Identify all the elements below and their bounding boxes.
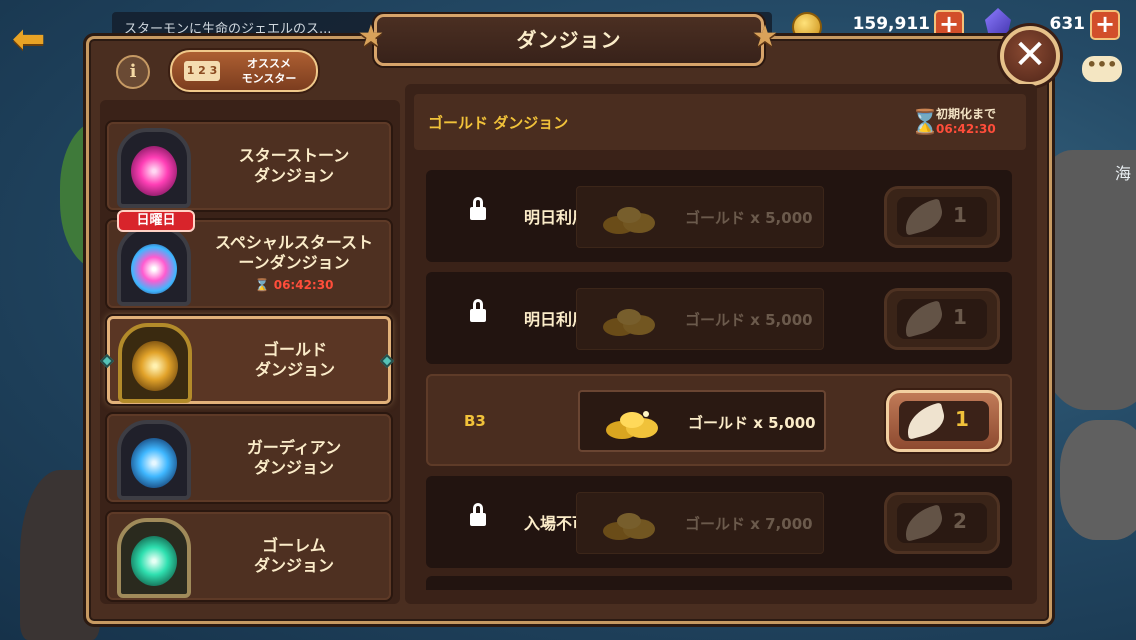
dungeon-item-label: ガーディアン ダンジョン bbox=[199, 416, 389, 500]
recommended-line1: オススメ bbox=[247, 57, 291, 70]
island bbox=[1060, 420, 1136, 540]
swirl-icon bbox=[132, 341, 178, 391]
dungeon-timer-value: 06:42:30 bbox=[273, 278, 334, 292]
dungeon-item-label: ゴーレム ダンジョン bbox=[199, 514, 389, 598]
lock-icon bbox=[470, 503, 486, 528]
enter-button: 1 bbox=[884, 288, 1000, 350]
dungeon-item-golem[interactable]: ゴーレム ダンジョン bbox=[107, 512, 391, 600]
swirl-icon bbox=[131, 244, 177, 294]
dungeon-item-label: スターストーン ダンジョン bbox=[199, 124, 389, 208]
enter-cost: 1 bbox=[953, 203, 967, 227]
dungeon-item-guardian[interactable]: ガーディアン ダンジョン bbox=[107, 414, 391, 502]
back-arrow-icon[interactable]: ⬅ bbox=[12, 19, 58, 59]
dungeon-name-line1: スペシャルスタースト bbox=[214, 233, 374, 252]
swirl-icon bbox=[131, 438, 177, 488]
star-icon: ★ bbox=[357, 19, 385, 54]
wing-icon bbox=[900, 198, 946, 236]
enter-cost-box: 1 bbox=[897, 299, 987, 339]
info-button[interactable]: i bbox=[116, 55, 150, 89]
section-title: ゴールド ダンジョン bbox=[428, 114, 569, 132]
dungeon-name-line2: ダンジョン bbox=[253, 556, 334, 575]
portal-icon bbox=[117, 128, 191, 208]
portal-icon bbox=[117, 226, 191, 306]
reward-box: ゴールド x 5,000 bbox=[578, 390, 826, 452]
reward-text: ゴールド x 5,000 bbox=[685, 209, 813, 227]
dialog-title: ダンジョン bbox=[516, 28, 622, 52]
dungeon-name-line1: ガーディアン bbox=[246, 438, 342, 457]
dungeon-list: スターストーン ダンジョン 日曜日 スペシャルスタースト ーンダンジョン ⌛ 0… bbox=[100, 100, 400, 604]
chat-icon[interactable]: ••• bbox=[1082, 56, 1122, 82]
gold-coins-icon bbox=[603, 309, 655, 336]
portal-icon bbox=[118, 323, 192, 403]
wing-icon bbox=[902, 402, 948, 440]
enter-button: 1 bbox=[884, 186, 1000, 248]
dungeon-item-special-starstone[interactable]: 日曜日 スペシャルスタースト ーンダンジョン ⌛ 06:42:30 bbox=[107, 210, 391, 308]
dungeon-timer: ⌛ 06:42:30 bbox=[255, 275, 334, 295]
sea-label: 海 bbox=[1115, 164, 1132, 183]
dungeon-item-label: スペシャルスタースト ーンダンジョン ⌛ 06:42:30 bbox=[199, 222, 389, 306]
section-header: ゴールド ダンジョン ⌛ 初期化まで 06:42:30 bbox=[414, 94, 1026, 150]
enter-cost: 1 bbox=[953, 305, 967, 329]
enter-cost-box: 1 bbox=[897, 197, 987, 237]
floor-row-b3: B3 ゴールド x 5,000 1 bbox=[426, 374, 1012, 466]
dungeon-item-starstone[interactable]: スターストーン ダンジョン bbox=[107, 122, 391, 210]
lock-icon bbox=[470, 299, 486, 324]
dungeon-name-line1: ゴールド bbox=[262, 340, 327, 359]
dungeon-name-line2: ダンジョン bbox=[253, 458, 334, 477]
floor-row-partial bbox=[426, 576, 1012, 590]
reward-box: ゴールド x 7,000 bbox=[576, 492, 824, 554]
gold-amount: 159,911 bbox=[852, 14, 930, 34]
reward-text: ゴールド x 5,000 bbox=[685, 311, 813, 329]
hourglass-icon: ⌛ bbox=[910, 108, 940, 136]
floor-row: 入場不可 ゴールド x 7,000 2 bbox=[426, 476, 1012, 568]
floor-row: 明日利用可能 ゴールド x 5,000 1 bbox=[426, 170, 1012, 262]
wing-icon bbox=[900, 504, 946, 542]
lock-icon bbox=[470, 197, 486, 222]
podium-icon: 1 2 3 bbox=[184, 61, 220, 81]
swirl-icon bbox=[131, 146, 177, 196]
enter-button: 2 bbox=[884, 492, 1000, 554]
enter-cost-box: 2 bbox=[897, 503, 987, 543]
gold-coins-icon bbox=[603, 207, 655, 234]
reward-text: ゴールド x 5,000 bbox=[688, 414, 816, 432]
portal-icon bbox=[117, 420, 191, 500]
reward-text: ゴールド x 7,000 bbox=[685, 515, 813, 533]
star-icon: ★ bbox=[751, 19, 779, 54]
recommended-line2: モンスター bbox=[241, 72, 297, 85]
hourglass-icon: ⌛ bbox=[254, 278, 270, 292]
dungeon-item-label: ゴールド ダンジョン bbox=[200, 319, 390, 401]
dungeon-name-line1: ゴーレム bbox=[262, 536, 326, 555]
recommended-monsters-label: オススメ モンスター bbox=[226, 56, 312, 86]
enter-cost: 1 bbox=[955, 407, 969, 431]
dungeon-name-line1: スターストーン bbox=[238, 146, 350, 165]
gold-coins-icon bbox=[603, 513, 655, 540]
portal-icon bbox=[117, 518, 191, 598]
dungeon-name-line2: ダンジョン bbox=[253, 166, 334, 185]
dialog-title-plate: ダンジョン bbox=[374, 14, 764, 66]
sunday-badge: 日曜日 bbox=[117, 210, 195, 232]
gold-coins-icon bbox=[606, 411, 658, 439]
reset-label: 初期化まで bbox=[936, 107, 997, 121]
floor-row: 明日利用可能 ゴールド x 5,000 1 bbox=[426, 272, 1012, 364]
enter-cost-box: 1 bbox=[899, 401, 989, 441]
reset-time: 06:42:30 bbox=[936, 122, 996, 136]
add-crystal-button[interactable]: + bbox=[1090, 10, 1120, 40]
reward-box: ゴールド x 5,000 bbox=[576, 186, 824, 248]
close-button[interactable]: ✕ bbox=[1000, 26, 1060, 86]
reward-box: ゴールド x 5,000 bbox=[576, 288, 824, 350]
dungeon-name-line2: ダンジョン bbox=[254, 360, 335, 379]
enter-button[interactable]: 1 bbox=[886, 390, 1002, 452]
wing-icon bbox=[900, 300, 946, 338]
enter-cost: 2 bbox=[953, 509, 967, 533]
dungeon-item-gold[interactable]: ゴールド ダンジョン bbox=[107, 316, 391, 404]
swirl-icon bbox=[131, 536, 177, 586]
floor-name: B3 bbox=[464, 412, 486, 430]
recommended-monsters-button[interactable]: 1 2 3 オススメ モンスター bbox=[170, 50, 318, 92]
dungeon-name-line2: ーンダンジョン bbox=[238, 253, 350, 272]
